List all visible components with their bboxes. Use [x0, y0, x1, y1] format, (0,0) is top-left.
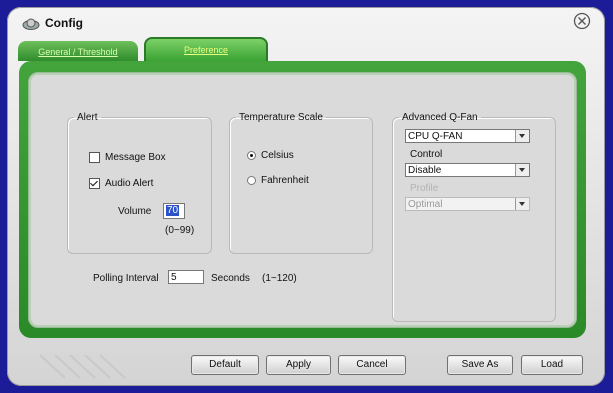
celsius-option[interactable]: Celsius	[247, 150, 294, 161]
polling-unit: Seconds	[211, 273, 250, 284]
apply-button[interactable]: Apply	[266, 355, 331, 375]
fan-select[interactable]: CPU Q-FAN	[405, 129, 530, 143]
close-icon[interactable]	[573, 12, 591, 30]
fahrenheit-option[interactable]: Fahrenheit	[247, 175, 309, 186]
chevron-down-icon[interactable]	[515, 164, 529, 176]
load-button[interactable]: Load	[521, 355, 583, 375]
fahrenheit-radio[interactable]	[247, 176, 256, 185]
audio-alert-checkbox[interactable]	[89, 178, 100, 189]
celsius-radio[interactable]	[247, 151, 256, 160]
audio-alert-label: Audio Alert	[105, 178, 154, 189]
celsius-label: Celsius	[261, 150, 294, 161]
volume-label: Volume	[118, 206, 152, 217]
chevron-down-icon	[515, 198, 529, 210]
audio-alert-option[interactable]: Audio Alert	[89, 178, 153, 189]
polling-interval-value: 5	[171, 272, 177, 283]
message-box-checkbox[interactable]	[89, 152, 100, 163]
polling-interval-label: Polling Interval	[93, 273, 159, 284]
config-app-icon	[22, 18, 40, 30]
message-box-option[interactable]: Message Box	[89, 152, 166, 163]
default-button[interactable]: Default	[191, 355, 259, 375]
polling-interval-input[interactable]: 5	[168, 270, 204, 284]
profile-label: Profile	[410, 183, 439, 194]
temperature-legend: Temperature Scale	[239, 112, 323, 123]
control-label: Control	[410, 149, 443, 160]
profile-select: Optimal	[405, 197, 530, 211]
chevron-down-icon[interactable]	[515, 130, 529, 142]
resize-grip-icon	[39, 354, 126, 379]
message-box-label: Message Box	[105, 152, 166, 163]
save-as-button[interactable]: Save As	[447, 355, 513, 375]
title-bar: Config	[22, 16, 83, 30]
volume-input[interactable]: 70	[163, 203, 185, 219]
control-select-value: Disable	[408, 165, 442, 176]
fan-select-value: CPU Q-FAN	[408, 131, 463, 142]
tab-general-threshold[interactable]: General / Threshold	[18, 41, 138, 61]
cancel-button[interactable]: Cancel	[338, 355, 406, 375]
volume-range: (0~99)	[165, 225, 195, 236]
volume-value: 70	[166, 205, 180, 216]
profile-select-value: Optimal	[408, 199, 443, 210]
advanced-qfan-group: Advanced Q-Fan	[392, 112, 556, 322]
alert-legend: Alert	[77, 112, 98, 123]
control-select[interactable]: Disable	[405, 163, 530, 177]
polling-range: (1~120)	[262, 273, 297, 284]
window-title: Config	[45, 16, 83, 30]
qfan-legend: Advanced Q-Fan	[402, 112, 478, 123]
fahrenheit-label: Fahrenheit	[261, 175, 309, 186]
